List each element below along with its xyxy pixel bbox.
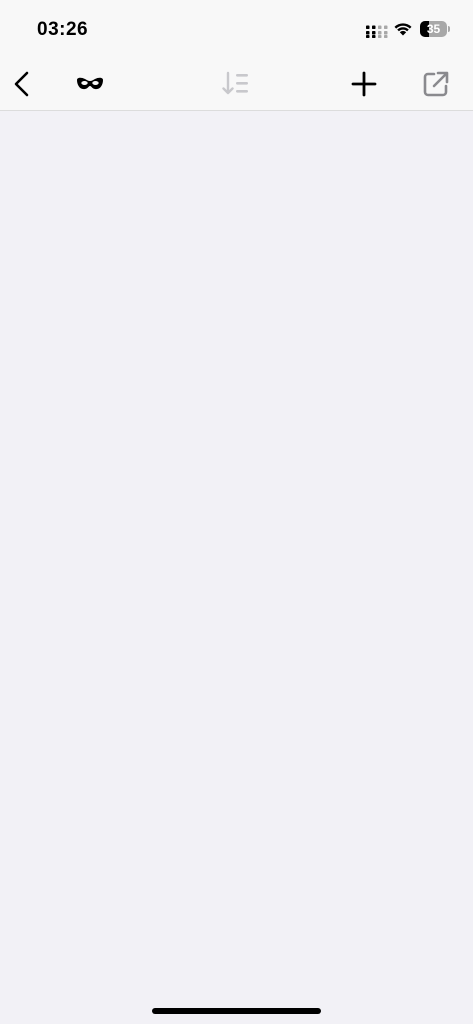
sort-button[interactable]: [214, 58, 258, 110]
wifi-icon: [394, 23, 412, 36]
battery-level-text: 35: [426, 22, 441, 36]
incognito-button[interactable]: [68, 58, 112, 110]
share-external-icon: [423, 71, 449, 97]
status-bar: 03:26 35: [0, 0, 473, 58]
back-button[interactable]: [0, 58, 44, 110]
status-time: 03:26: [37, 19, 89, 40]
battery-indicator: 35: [420, 21, 447, 37]
incognito-mask-icon: [77, 77, 103, 90]
new-tab-button[interactable]: [342, 58, 386, 110]
cellular-signal-icon: [366, 25, 388, 38]
home-indicator[interactable]: [152, 1008, 321, 1014]
empty-content-area: [0, 111, 473, 1024]
share-button[interactable]: [414, 58, 458, 110]
browser-toolbar: [0, 58, 473, 111]
plus-icon: [351, 71, 377, 97]
sort-descending-icon: [222, 71, 248, 95]
battery-cap: [448, 26, 450, 32]
chevron-left-icon: [14, 71, 29, 97]
